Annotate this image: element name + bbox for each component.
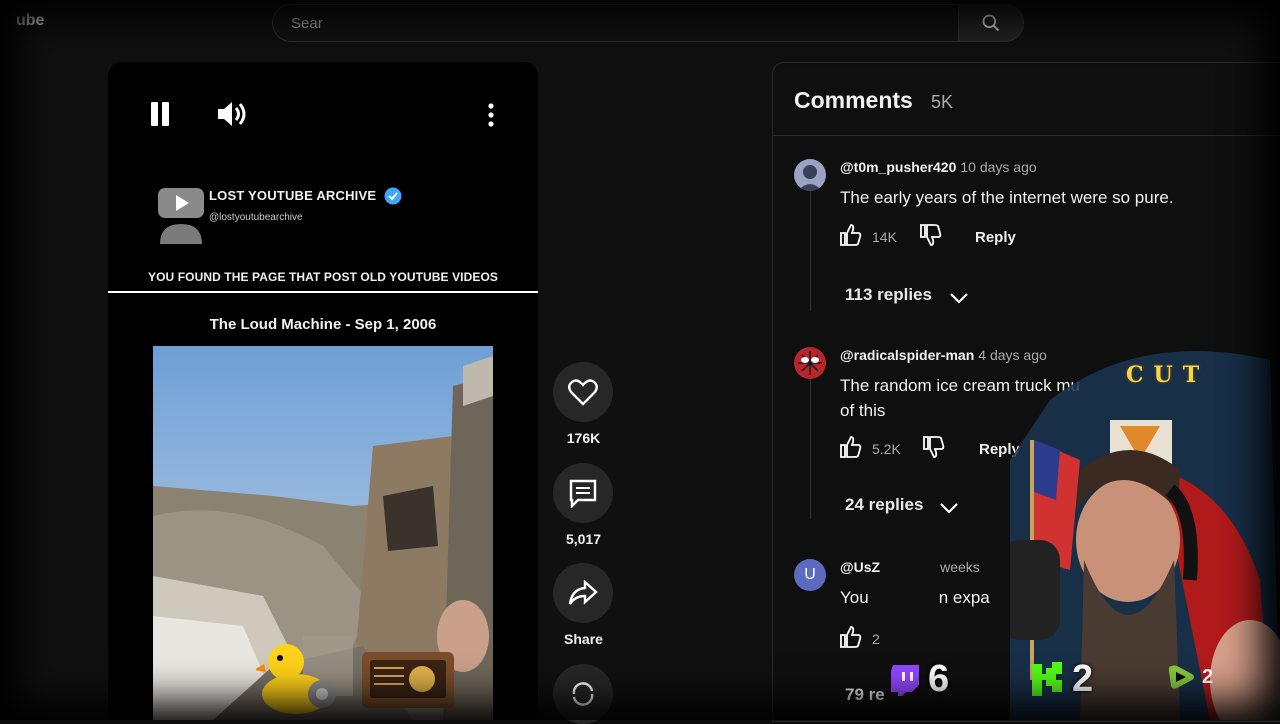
rumble-icon [1168, 665, 1194, 689]
comments-count: 5K [931, 92, 954, 112]
comment-icon [569, 479, 597, 508]
more-options-button[interactable] [486, 102, 496, 133]
comment-action[interactable]: 5,017 [553, 463, 614, 547]
screen: ube Sear LOST YOUTUBE ARCHIVE @lostyoutu… [0, 0, 1280, 724]
like-count: 5.2K [872, 441, 901, 457]
share-action[interactable]: Share [553, 563, 614, 647]
like-count: 2 [872, 631, 880, 647]
comment-author-handle[interactable]: @UsZ [840, 559, 880, 575]
heart-icon [568, 379, 598, 406]
verified-icon [384, 187, 402, 205]
like-action[interactable]: 176K [553, 362, 614, 446]
comment-time: 10 days ago [960, 159, 1037, 175]
channel-handle: @lostyoutubearchive [209, 212, 303, 223]
comment-author[interactable]: @t0m_pusher420 10 days ago [840, 159, 1037, 175]
comment-time: weeks [940, 559, 980, 575]
replies-count: 24 replies [845, 495, 924, 514]
brand-logo-text[interactable]: ube [16, 12, 44, 30]
kick-viewer-count: 2 [1072, 658, 1094, 700]
cut-overlay-label: CUT [1126, 362, 1210, 388]
more-vert-icon [488, 103, 494, 127]
replies-count: 113 replies [845, 285, 932, 304]
like-button[interactable] [553, 362, 613, 422]
rubber-duck-overlay [256, 644, 336, 714]
avatar[interactable]: U [794, 559, 826, 591]
comment-text-start: You [840, 588, 869, 607]
search-button[interactable] [958, 4, 1024, 42]
divider [773, 135, 1280, 136]
avatar[interactable] [794, 347, 826, 379]
share-label: Share [564, 631, 603, 647]
remix-icon [572, 682, 594, 706]
channel-name[interactable]: LOST YOUTUBE ARCHIVE [209, 188, 376, 203]
thread-line [810, 191, 811, 311]
search-input[interactable] [289, 5, 933, 41]
comment-actions: 14K Reply [840, 223, 1140, 253]
divider [108, 291, 538, 293]
view-replies-button[interactable]: 24 replies [845, 495, 965, 525]
comment-text: The early years of the internet were so … [840, 188, 1174, 207]
radio-overlay [362, 652, 454, 708]
comment-author[interactable]: @UsZ weeks [840, 559, 980, 575]
comments-heading: Comments [794, 87, 913, 113]
chevron-down-icon [940, 503, 958, 514]
comment-count: 5,017 [565, 531, 602, 547]
comment-text-end: n expa [938, 588, 990, 607]
channel-tagline: YOU FOUND THE PAGE THAT POST OLD YOUTUBE… [147, 270, 499, 284]
share-icon [568, 580, 598, 605]
kick-viewer-badge: 2 [1030, 658, 1093, 701]
video-title: The Loud Machine - Sep 1, 2006 [209, 316, 437, 333]
shorts-player[interactable]: LOST YOUTUBE ARCHIVE @lostyoutubearchive… [108, 62, 538, 720]
pause-button[interactable] [148, 102, 172, 128]
share-button[interactable] [553, 563, 613, 623]
thumb-up-icon[interactable] [840, 625, 862, 649]
thumb-down-icon[interactable] [923, 435, 945, 459]
thumb-up-icon[interactable] [840, 223, 862, 247]
remix-button[interactable] [553, 664, 613, 724]
kick-icon [1032, 661, 1062, 696]
twitch-icon [891, 664, 919, 696]
rumble-viewer-count: 2 [1202, 665, 1214, 688]
top-bar: ube [0, 0, 1280, 42]
comment-author-handle[interactable]: @radicalspider-man [840, 347, 974, 363]
thumb-down-icon[interactable] [920, 223, 942, 247]
comment-author-handle[interactable]: @t0m_pusher420 [840, 159, 956, 175]
avatar[interactable] [794, 159, 826, 191]
like-count: 14K [872, 229, 897, 245]
volume-icon [218, 102, 246, 126]
view-replies-button[interactable]: 113 replies [845, 285, 975, 315]
rumble-viewer-badge: 2 [1166, 662, 1213, 692]
like-count: 176K [566, 430, 601, 446]
comments-button[interactable] [553, 463, 613, 523]
reply-button[interactable]: Reply [975, 229, 1016, 246]
twitch-viewer-count: 6 [928, 658, 950, 700]
search-box[interactable] [272, 4, 960, 42]
volume-button[interactable] [216, 100, 248, 133]
search-icon [982, 14, 1000, 32]
twitch-viewer-badge: 6 [890, 658, 949, 701]
channel-avatar[interactable] [156, 184, 206, 244]
thumb-up-icon[interactable] [840, 435, 862, 459]
chevron-down-icon [950, 293, 968, 304]
remix-action[interactable] [553, 664, 614, 724]
thread-line [810, 379, 811, 519]
replies-count: 79 re [845, 685, 885, 704]
